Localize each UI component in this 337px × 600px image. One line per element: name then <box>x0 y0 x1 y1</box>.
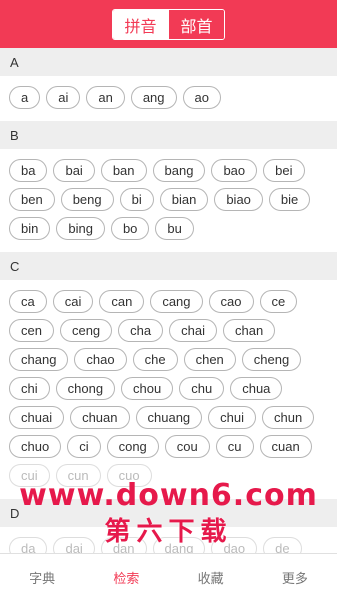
syllable-pill[interactable]: bin <box>9 217 51 240</box>
syllable-pill[interactable]: ang <box>130 86 177 109</box>
syllable-pill[interactable]: chong <box>55 377 116 400</box>
syllable-pill[interactable]: ca <box>9 290 47 313</box>
syllable-pill[interactable]: cong <box>106 435 159 458</box>
syllable-pill[interactable]: cu <box>215 435 254 458</box>
section-header-a: A <box>0 48 337 76</box>
syllable-pill[interactable]: chi <box>9 377 50 400</box>
syllable-pill[interactable]: bai <box>53 159 95 182</box>
syllable-pill[interactable]: de <box>263 537 302 553</box>
syllable-pill[interactable]: chuang <box>135 406 203 429</box>
syllable-group-d: da dai dan dang dao de <box>0 527 337 553</box>
syllable-pill[interactable]: chen <box>183 348 236 371</box>
syllable-pill[interactable]: bang <box>152 159 206 182</box>
syllable-pill[interactable]: cuo <box>106 464 152 487</box>
syllable-pill[interactable]: ci <box>67 435 101 458</box>
syllable-pill[interactable]: chang <box>9 348 69 371</box>
syllable-pill[interactable]: ai <box>46 86 81 109</box>
syllable-pill[interactable]: cui <box>9 464 50 487</box>
nav-favorites[interactable]: 收藏 <box>169 554 253 600</box>
syllable-group-b: ba bai ban bang bao bei ben beng bi bian biao bie bi… <box>0 149 337 252</box>
syllable-pill[interactable]: bo <box>110 217 150 240</box>
syllable-pill[interactable]: bu <box>155 217 194 240</box>
syllable-pill[interactable]: ceng <box>59 319 113 342</box>
syllable-pill[interactable]: dan <box>100 537 147 553</box>
syllable-pill[interactable]: ce <box>259 290 298 313</box>
syllable-pill[interactable]: chai <box>169 319 217 342</box>
tab-pinyin[interactable]: 拼音 <box>113 10 168 39</box>
syllable-pill[interactable]: cang <box>150 290 203 313</box>
syllable-pill[interactable]: a <box>9 86 41 109</box>
syllable-pill[interactable]: cuan <box>259 435 312 458</box>
syllable-pill[interactable]: chui <box>208 406 257 429</box>
nav-more[interactable]: 更多 <box>253 554 337 600</box>
syllable-pill[interactable]: chun <box>262 406 315 429</box>
syllable-pill[interactable]: chuai <box>9 406 65 429</box>
syllable-group-c: ca cai can cang cao ce cen ceng cha chai chan chang… <box>0 280 337 499</box>
syllable-pill[interactable]: chua <box>230 377 283 400</box>
syllable-pill[interactable]: beng <box>60 188 114 211</box>
syllable-pill[interactable]: cao <box>208 290 254 313</box>
top-header: 拼音 部首 <box>0 0 337 48</box>
syllable-pill[interactable]: cun <box>55 464 101 487</box>
syllable-pill[interactable]: chan <box>223 319 276 342</box>
syllable-pill[interactable]: ba <box>9 159 48 182</box>
syllable-pill[interactable]: chou <box>121 377 174 400</box>
syllable-pill[interactable]: bian <box>159 188 209 211</box>
syllable-pill[interactable]: can <box>99 290 145 313</box>
syllable-pill[interactable]: che <box>132 348 178 371</box>
syllable-pill[interactable]: bi <box>119 188 154 211</box>
syllable-pill[interactable]: dao <box>211 537 258 553</box>
syllable-pill[interactable]: cai <box>52 290 94 313</box>
syllable-pill[interactable]: cou <box>164 435 210 458</box>
syllable-pill[interactable]: ban <box>100 159 147 182</box>
syllable-pill[interactable]: chuo <box>9 435 62 458</box>
section-header-b: B <box>0 121 337 149</box>
syllable-pill[interactable]: da <box>9 537 48 553</box>
mode-segmented-control: 拼音 部首 <box>112 9 225 40</box>
syllable-pill[interactable]: chu <box>179 377 225 400</box>
nav-search[interactable]: 检索 <box>84 554 168 600</box>
syllable-pill[interactable]: chao <box>74 348 127 371</box>
syllable-pill[interactable]: dai <box>53 537 95 553</box>
syllable-pill[interactable]: an <box>86 86 125 109</box>
tab-radical[interactable]: 部首 <box>168 10 224 39</box>
section-header-c: C <box>0 252 337 280</box>
syllable-pill[interactable]: chuan <box>70 406 130 429</box>
syllable-pill[interactable]: ben <box>9 188 55 211</box>
syllable-pill[interactable]: cheng <box>241 348 302 371</box>
nav-dictionary[interactable]: 字典 <box>0 554 84 600</box>
bottom-navigation: 字典 检索 收藏 更多 <box>0 553 337 600</box>
syllable-group-a: a ai an ang ao <box>0 76 337 121</box>
syllable-pill[interactable]: bing <box>56 217 105 240</box>
syllable-pill[interactable]: bie <box>268 188 311 211</box>
syllable-pill[interactable]: ao <box>182 86 221 109</box>
syllable-pill[interactable]: dang <box>152 537 206 553</box>
syllable-pill[interactable]: cha <box>118 319 164 342</box>
syllable-list[interactable]: Aa ai an ang ao Bba bai ban bang bao bei ben beng bi b… <box>0 48 337 553</box>
syllable-pill[interactable]: cen <box>9 319 54 342</box>
syllable-pill[interactable]: bao <box>211 159 258 182</box>
section-header-d: D <box>0 499 337 527</box>
syllable-pill[interactable]: biao <box>214 188 263 211</box>
syllable-pill[interactable]: bei <box>263 159 305 182</box>
